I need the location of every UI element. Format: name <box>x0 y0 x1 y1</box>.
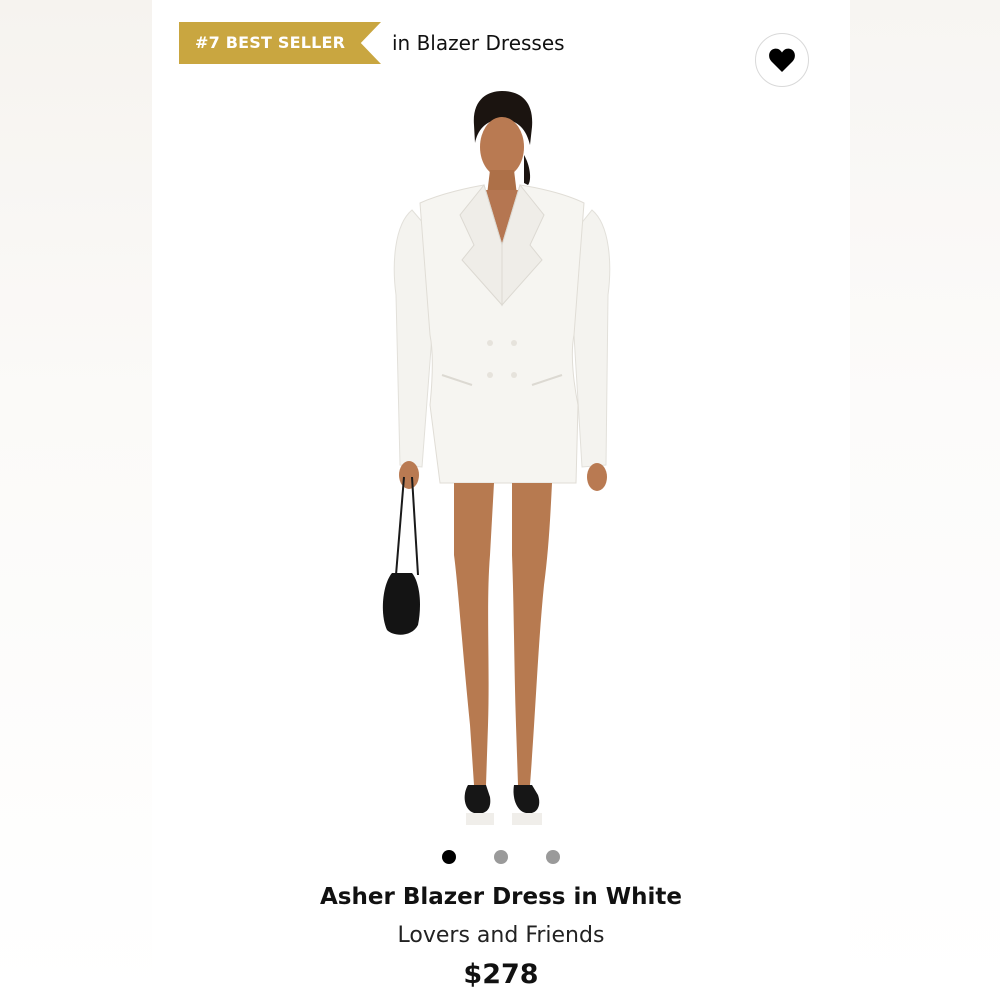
product-card[interactable]: #7 BEST SELLER in Blazer Dresses Asher B… <box>152 0 850 1000</box>
favorite-button[interactable] <box>755 33 809 87</box>
best-seller-badge: #7 BEST SELLER <box>179 22 381 64</box>
background-left <box>0 0 152 1000</box>
product-image[interactable] <box>362 85 642 835</box>
pagination-dot-1[interactable] <box>442 850 456 864</box>
background-right <box>850 0 1000 1000</box>
product-brand[interactable]: Lovers and Friends <box>152 923 850 948</box>
product-price: $278 <box>463 959 539 990</box>
product-title[interactable]: Asher Blazer Dress in White <box>152 884 850 910</box>
pagination-dot-3[interactable] <box>546 850 560 864</box>
best-seller-badge-label: #7 BEST SELLER <box>195 33 346 52</box>
pagination-dot-2[interactable] <box>494 850 508 864</box>
category-label: in Blazer Dresses <box>392 31 565 55</box>
image-pagination <box>152 850 850 864</box>
heart-icon <box>769 48 795 72</box>
